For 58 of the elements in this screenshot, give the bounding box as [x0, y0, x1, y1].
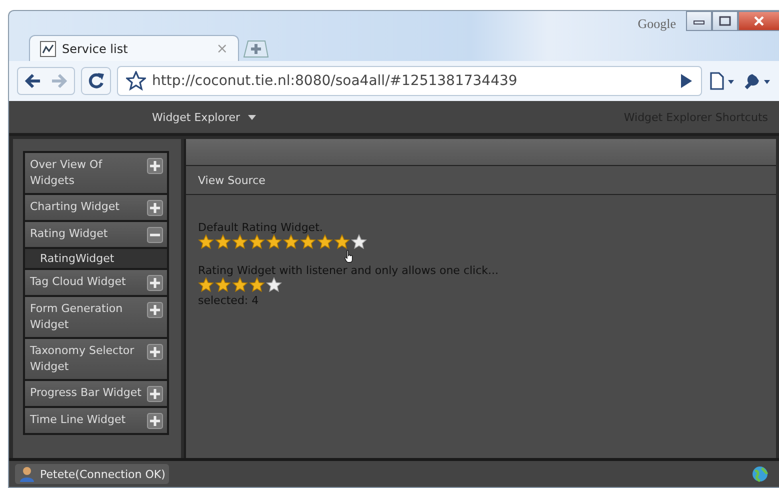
expand-icon[interactable] [147, 275, 163, 291]
filled-star-icon[interactable] [249, 234, 266, 250]
filled-star-icon[interactable] [283, 234, 300, 250]
selection-text: selected: 4 [198, 294, 260, 307]
filled-star-icon[interactable] [215, 234, 232, 250]
minimize-button[interactable] [686, 11, 712, 31]
filled-star-icon[interactable] [198, 234, 215, 250]
page-menu-icon[interactable] [708, 71, 736, 91]
view-source-link[interactable]: View Source [198, 174, 266, 186]
browser-tab[interactable]: Service list × [29, 35, 239, 61]
expand-icon[interactable] [147, 386, 163, 402]
user-status-button[interactable]: Petete(Connection OK) [15, 464, 170, 484]
maximize-icon [719, 16, 731, 26]
close-button[interactable] [738, 11, 779, 31]
filled-star-icon[interactable] [334, 234, 351, 250]
expand-icon[interactable] [147, 302, 163, 318]
sidebar-item[interactable]: Taxonomy Selector Widget [25, 339, 167, 379]
filled-star-icon[interactable] [249, 277, 266, 293]
back-arrow-icon[interactable] [24, 73, 42, 89]
filled-star-icon[interactable] [300, 234, 317, 250]
filled-star-icon[interactable] [198, 277, 215, 293]
sidebar-item[interactable]: Rating Widget [25, 222, 167, 247]
hand-cursor-icon [344, 250, 354, 263]
star-rating[interactable] [198, 277, 283, 293]
play-icon[interactable] [679, 73, 693, 89]
sidebar-item[interactable]: Form Generation Widget [25, 297, 167, 337]
rating-caption: Default Rating Widget. [198, 221, 324, 234]
expand-icon[interactable] [147, 200, 163, 216]
browser-brand: Google [638, 16, 676, 32]
address-bar[interactable]: http://coconut.tie.nl:8080/soa4all/#1251381734439 [117, 66, 702, 96]
url-text: http://coconut.tie.nl:8080/soa4all/#1251381734439 [152, 73, 518, 89]
expand-icon[interactable] [147, 413, 163, 429]
page-favicon-icon [40, 40, 56, 56]
menu-button[interactable]: Widget Explorer [152, 110, 256, 124]
sidebar-item[interactable]: Over View Of Widgets [25, 153, 167, 193]
filled-star-icon[interactable] [232, 277, 249, 293]
expand-icon[interactable] [147, 158, 163, 174]
tab-title: Service list [62, 42, 129, 56]
collapse-icon[interactable] [147, 227, 163, 243]
filled-star-icon[interactable] [266, 234, 283, 250]
rating-caption: Rating Widget with listener and only allows one click... [198, 264, 500, 277]
reload-icon[interactable] [81, 67, 111, 95]
sidebar-item[interactable]: Charting Widget [25, 195, 167, 220]
user-icon [19, 466, 35, 482]
expand-icon[interactable] [147, 344, 163, 360]
sidebar-item[interactable]: Tag Cloud Widget [25, 270, 167, 295]
maximize-button[interactable] [712, 11, 738, 31]
sidebar-subitem[interactable]: RatingWidget [25, 249, 167, 268]
filled-star-icon[interactable] [232, 234, 249, 250]
bookmark-star-icon[interactable] [126, 71, 146, 91]
caret-icon [248, 114, 256, 120]
filled-star-icon[interactable] [215, 277, 232, 293]
sidebar-item[interactable]: Progress Bar Widget [25, 381, 167, 406]
globe-icon [752, 466, 768, 482]
close-icon [753, 16, 765, 26]
sidebar-item[interactable]: Time Line Widget [25, 408, 167, 433]
filled-star-icon[interactable] [317, 234, 334, 250]
new-tab-icon[interactable] [243, 40, 269, 58]
